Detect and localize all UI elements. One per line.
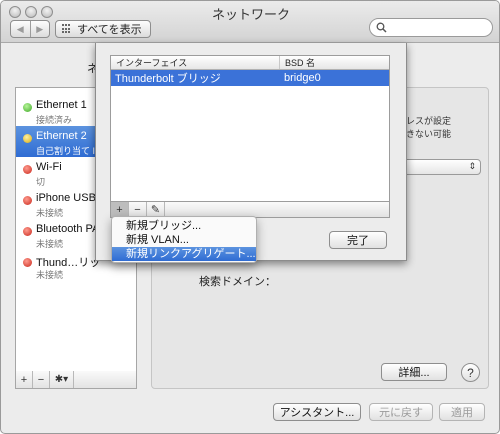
status-dot-icon [23, 134, 32, 143]
status-dot-icon [23, 258, 32, 267]
service-name: iPhone USB [36, 192, 96, 204]
grid-icon [62, 24, 72, 34]
service-name: Ethernet 2 [36, 130, 87, 142]
back-forward-control: ◀ ▶ [10, 20, 50, 38]
status-dot-icon [23, 196, 32, 205]
service-status: 未接続 [36, 270, 64, 280]
add-interface-button[interactable]: + [111, 202, 129, 217]
add-interface-menu: 新規ブリッジ... 新規 VLAN... 新規リンクアグリゲート... [111, 216, 257, 263]
menu-item-new-bridge[interactable]: 新規ブリッジ... [112, 219, 256, 233]
network-preferences-window: ネットワーク ◀ ▶ すべてを表示 ネ Ethernet 1 接続済み Ethern… [0, 0, 500, 434]
revert-button[interactable]: 元に戻す [369, 403, 433, 421]
configure-popup[interactable] [397, 159, 481, 175]
add-service-button[interactable]: + [16, 371, 33, 388]
remove-interface-button[interactable]: − [129, 202, 147, 217]
table-header: インターフェイス BSD 名 [111, 56, 389, 70]
column-header-bsd[interactable]: BSD 名 [280, 56, 389, 69]
column-header-interface[interactable]: インターフェイス [111, 56, 280, 69]
menu-item-new-vlan[interactable]: 新規 VLAN... [112, 233, 256, 247]
status-dot-icon [23, 103, 32, 112]
search-field[interactable] [369, 18, 493, 37]
forward-arrow-icon[interactable]: ▶ [29, 21, 50, 37]
gear-icon[interactable]: ✱▾ [50, 371, 74, 388]
service-list-toolbar: + − ✱▾ [15, 371, 137, 389]
interface-table[interactable]: インターフェイス BSD 名 Thunderbolt ブリッジ bridge0 [110, 55, 390, 202]
interface-cell: Thunderbolt ブリッジ [115, 73, 221, 85]
apply-button[interactable]: 適用 [439, 403, 485, 421]
pencil-icon[interactable]: ✎ [147, 202, 165, 217]
assistant-button[interactable]: アシスタント... [273, 403, 361, 421]
help-button[interactable]: ? [461, 363, 480, 382]
service-status: 未接続 [36, 208, 64, 218]
back-arrow-icon[interactable]: ◀ [11, 21, 30, 37]
service-status: 接続済み [36, 115, 73, 125]
service-status: 自己割り当て IP [36, 146, 102, 156]
search-icon [376, 22, 387, 33]
table-row[interactable]: Thunderbolt ブリッジ bridge0 [111, 70, 389, 86]
service-name: Bluetooth PA [36, 223, 100, 235]
status-dot-icon [23, 227, 32, 236]
service-name: Wi-Fi [36, 161, 62, 173]
remove-service-button[interactable]: − [33, 371, 50, 388]
advanced-button[interactable]: 詳細... [381, 363, 447, 381]
service-name: Ethernet 1 [36, 99, 87, 111]
search-domain-label: 検索ドメイン： [199, 276, 276, 288]
title-bar: ネットワーク ◀ ▶ すべてを表示 [1, 1, 499, 43]
menu-item-new-link-aggregate[interactable]: 新規リンクアグリゲート... [112, 247, 256, 261]
service-status: 切 [36, 177, 46, 187]
bsd-cell: bridge0 [284, 72, 321, 84]
service-status: 未接続 [36, 239, 64, 249]
done-button[interactable]: 完了 [329, 231, 387, 249]
status-dot-icon [23, 165, 32, 174]
show-all-label: すべてを表示 [77, 24, 142, 36]
show-all-button[interactable]: すべてを表示 [55, 20, 151, 38]
